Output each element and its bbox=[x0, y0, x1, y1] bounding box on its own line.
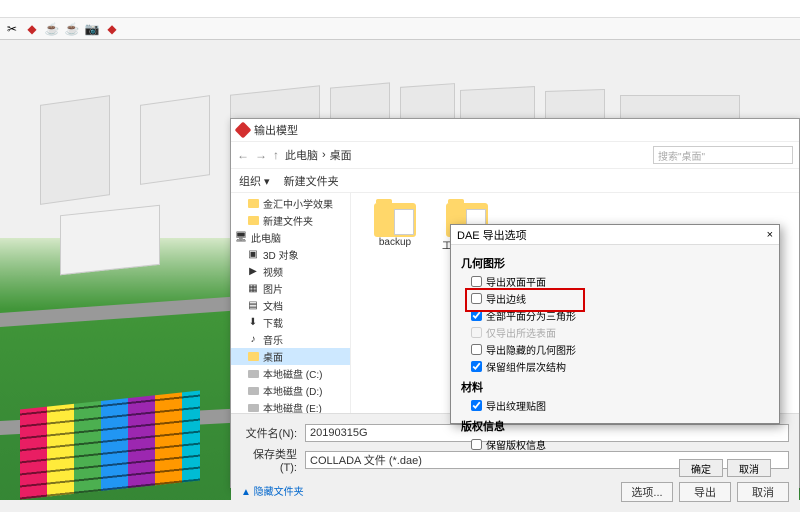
drive-icon bbox=[247, 385, 259, 397]
folder-tree[interactable]: 金汇中小学效果新建文件夹 🖥 此电脑 ▣ 3D 对象 ▶ 视频 ▦ 图片 ▤ 文档 ⬇ 下载 ♪ 音乐桌面本… bbox=[231, 193, 351, 413]
options-button[interactable]: 选项... bbox=[621, 482, 673, 502]
pic-icon: ▦ bbox=[247, 283, 259, 295]
tree-item[interactable]: 桌面 bbox=[231, 348, 350, 365]
options-cancel-button[interactable]: 取消 bbox=[727, 459, 771, 477]
nav-bar: ← → ↑ 此电脑 › 桌面 搜索"桌面" bbox=[231, 141, 799, 169]
pc-icon: 🖥 bbox=[235, 232, 247, 244]
tree-item[interactable]: ▶ 视频 bbox=[231, 263, 350, 280]
file-item[interactable]: backup bbox=[365, 203, 425, 248]
dialog-titlebar[interactable]: 输出模型 bbox=[231, 119, 799, 141]
ruby2-icon[interactable]: ◆ bbox=[104, 21, 120, 37]
tree-item[interactable]: ▤ 文档 bbox=[231, 297, 350, 314]
tree-item[interactable]: ⬇ 下载 bbox=[231, 314, 350, 331]
search-input[interactable]: 搜索"桌面" bbox=[653, 146, 793, 164]
tree-item-label: 视频 bbox=[263, 264, 283, 279]
options-body: 几何图形 导出双面平面 导出边线 全部平面分为三角形 仅导出所选表面 导出隐藏的… bbox=[451, 245, 779, 459]
check-triangulate[interactable]: 全部平面分为三角形 bbox=[461, 307, 769, 324]
folder-icon bbox=[374, 203, 416, 237]
tree-item[interactable]: 新建文件夹 bbox=[231, 212, 350, 229]
building bbox=[40, 95, 110, 205]
group-materials: 材料 bbox=[461, 379, 769, 395]
tree-item-label: 图片 bbox=[263, 281, 283, 296]
tree-item[interactable]: 本地磁盘 (C:) bbox=[231, 365, 350, 382]
check-texture[interactable]: 导出纹理贴图 bbox=[461, 397, 769, 414]
breadcrumb-item[interactable]: 桌面 bbox=[330, 147, 352, 163]
organize-menu[interactable]: 组织 ▾ bbox=[239, 173, 270, 189]
tree-item[interactable]: 本地磁盘 (E:) bbox=[231, 399, 350, 413]
camera-icon[interactable]: 📷 bbox=[84, 21, 100, 37]
group-credits: 版权信息 bbox=[461, 418, 769, 434]
drive-icon bbox=[247, 402, 259, 414]
tree-item-label: 新建文件夹 bbox=[263, 213, 313, 228]
desktop-icon bbox=[247, 351, 259, 363]
options-title: DAE 导出选项 bbox=[457, 227, 527, 243]
breadcrumb-item[interactable]: 此电脑 bbox=[285, 147, 318, 163]
dialog-toolbar: 组织 ▾ 新建文件夹 bbox=[231, 169, 799, 193]
tree-item-label: 下载 bbox=[263, 315, 283, 330]
scissors-icon[interactable]: ✂ bbox=[4, 21, 20, 37]
teapot2-icon[interactable]: ☕ bbox=[64, 21, 80, 37]
cube-icon: ▣ bbox=[247, 249, 259, 261]
group-geometry: 几何图形 bbox=[461, 255, 769, 271]
tree-item-label: 本地磁盘 (E:) bbox=[263, 400, 322, 413]
tree-item-label: 本地磁盘 (D:) bbox=[263, 383, 322, 398]
check-credits[interactable]: 保留版权信息 bbox=[461, 436, 769, 453]
filetype-label: 保存类型(T): bbox=[241, 446, 297, 474]
check-edges[interactable]: 导出边线 bbox=[461, 290, 769, 307]
building bbox=[140, 95, 210, 185]
options-buttons: 确定 取消 bbox=[451, 459, 779, 483]
tree-item-label: 金汇中小学效果 bbox=[263, 196, 333, 211]
nav-back-icon[interactable]: ← bbox=[237, 148, 249, 162]
music-icon: ♪ bbox=[247, 334, 259, 346]
ruby-icon[interactable]: ◆ bbox=[24, 21, 40, 37]
tree-item-label: 3D 对象 bbox=[263, 247, 299, 262]
tree-item[interactable]: ▦ 图片 bbox=[231, 280, 350, 297]
nav-up-icon[interactable]: ↑ bbox=[273, 148, 279, 162]
tree-item-label: 音乐 bbox=[263, 332, 283, 347]
dialog-title: 输出模型 bbox=[254, 122, 298, 138]
app-icon bbox=[235, 122, 252, 139]
chevron-right-icon: › bbox=[322, 149, 326, 161]
tree-item-label: 桌面 bbox=[263, 349, 283, 364]
breadcrumb[interactable]: 此电脑 › 桌面 bbox=[285, 147, 647, 163]
teapot-icon[interactable]: ☕ bbox=[44, 21, 60, 37]
check-preserve-hierarchy[interactable]: 保留组件层次结构 bbox=[461, 358, 769, 375]
drive-icon bbox=[247, 368, 259, 380]
export-button[interactable]: 导出 bbox=[679, 482, 731, 502]
tree-item[interactable]: 本地磁盘 (D:) bbox=[231, 382, 350, 399]
folder-icon bbox=[247, 198, 259, 210]
file-label: backup bbox=[379, 237, 411, 248]
tree-item[interactable]: ♪ 音乐 bbox=[231, 331, 350, 348]
close-icon[interactable]: × bbox=[767, 229, 773, 241]
stripes bbox=[20, 391, 200, 500]
tree-item[interactable]: 🖥 此电脑 bbox=[231, 229, 350, 246]
check-hidden: 仅导出所选表面 bbox=[461, 324, 769, 341]
hide-folders-link[interactable]: ▲ 隐藏文件夹 bbox=[241, 483, 304, 498]
filename-label: 文件名(N): bbox=[241, 425, 297, 441]
options-titlebar[interactable]: DAE 导出选项 × bbox=[451, 225, 779, 245]
nav-forward-icon[interactable]: → bbox=[255, 148, 267, 162]
new-folder-button[interactable]: 新建文件夹 bbox=[284, 173, 339, 189]
colorful-building bbox=[20, 391, 200, 500]
dae-options-dialog: DAE 导出选项 × 几何图形 导出双面平面 导出边线 全部平面分为三角形 仅导… bbox=[450, 224, 780, 424]
tree-item[interactable]: ▣ 3D 对象 bbox=[231, 246, 350, 263]
main-toolbar: ✂ ◆ ☕ ☕ 📷 ◆ bbox=[0, 18, 800, 40]
building bbox=[60, 205, 160, 276]
folder-icon bbox=[247, 215, 259, 227]
tree-item-label: 本地磁盘 (C:) bbox=[263, 366, 322, 381]
check-hierarchy[interactable]: 导出隐藏的几何图形 bbox=[461, 341, 769, 358]
ok-button[interactable]: 确定 bbox=[679, 459, 723, 477]
tree-item-label: 文档 bbox=[263, 298, 283, 313]
menubar bbox=[0, 0, 800, 18]
tree-item-label: 此电脑 bbox=[251, 230, 281, 245]
video-icon: ▶ bbox=[247, 266, 259, 278]
doc-icon: ▤ bbox=[247, 300, 259, 312]
check-two-sided[interactable]: 导出双面平面 bbox=[461, 273, 769, 290]
tree-item[interactable]: 金汇中小学效果 bbox=[231, 195, 350, 212]
dl-icon: ⬇ bbox=[247, 317, 259, 329]
cancel-button[interactable]: 取消 bbox=[737, 482, 789, 502]
